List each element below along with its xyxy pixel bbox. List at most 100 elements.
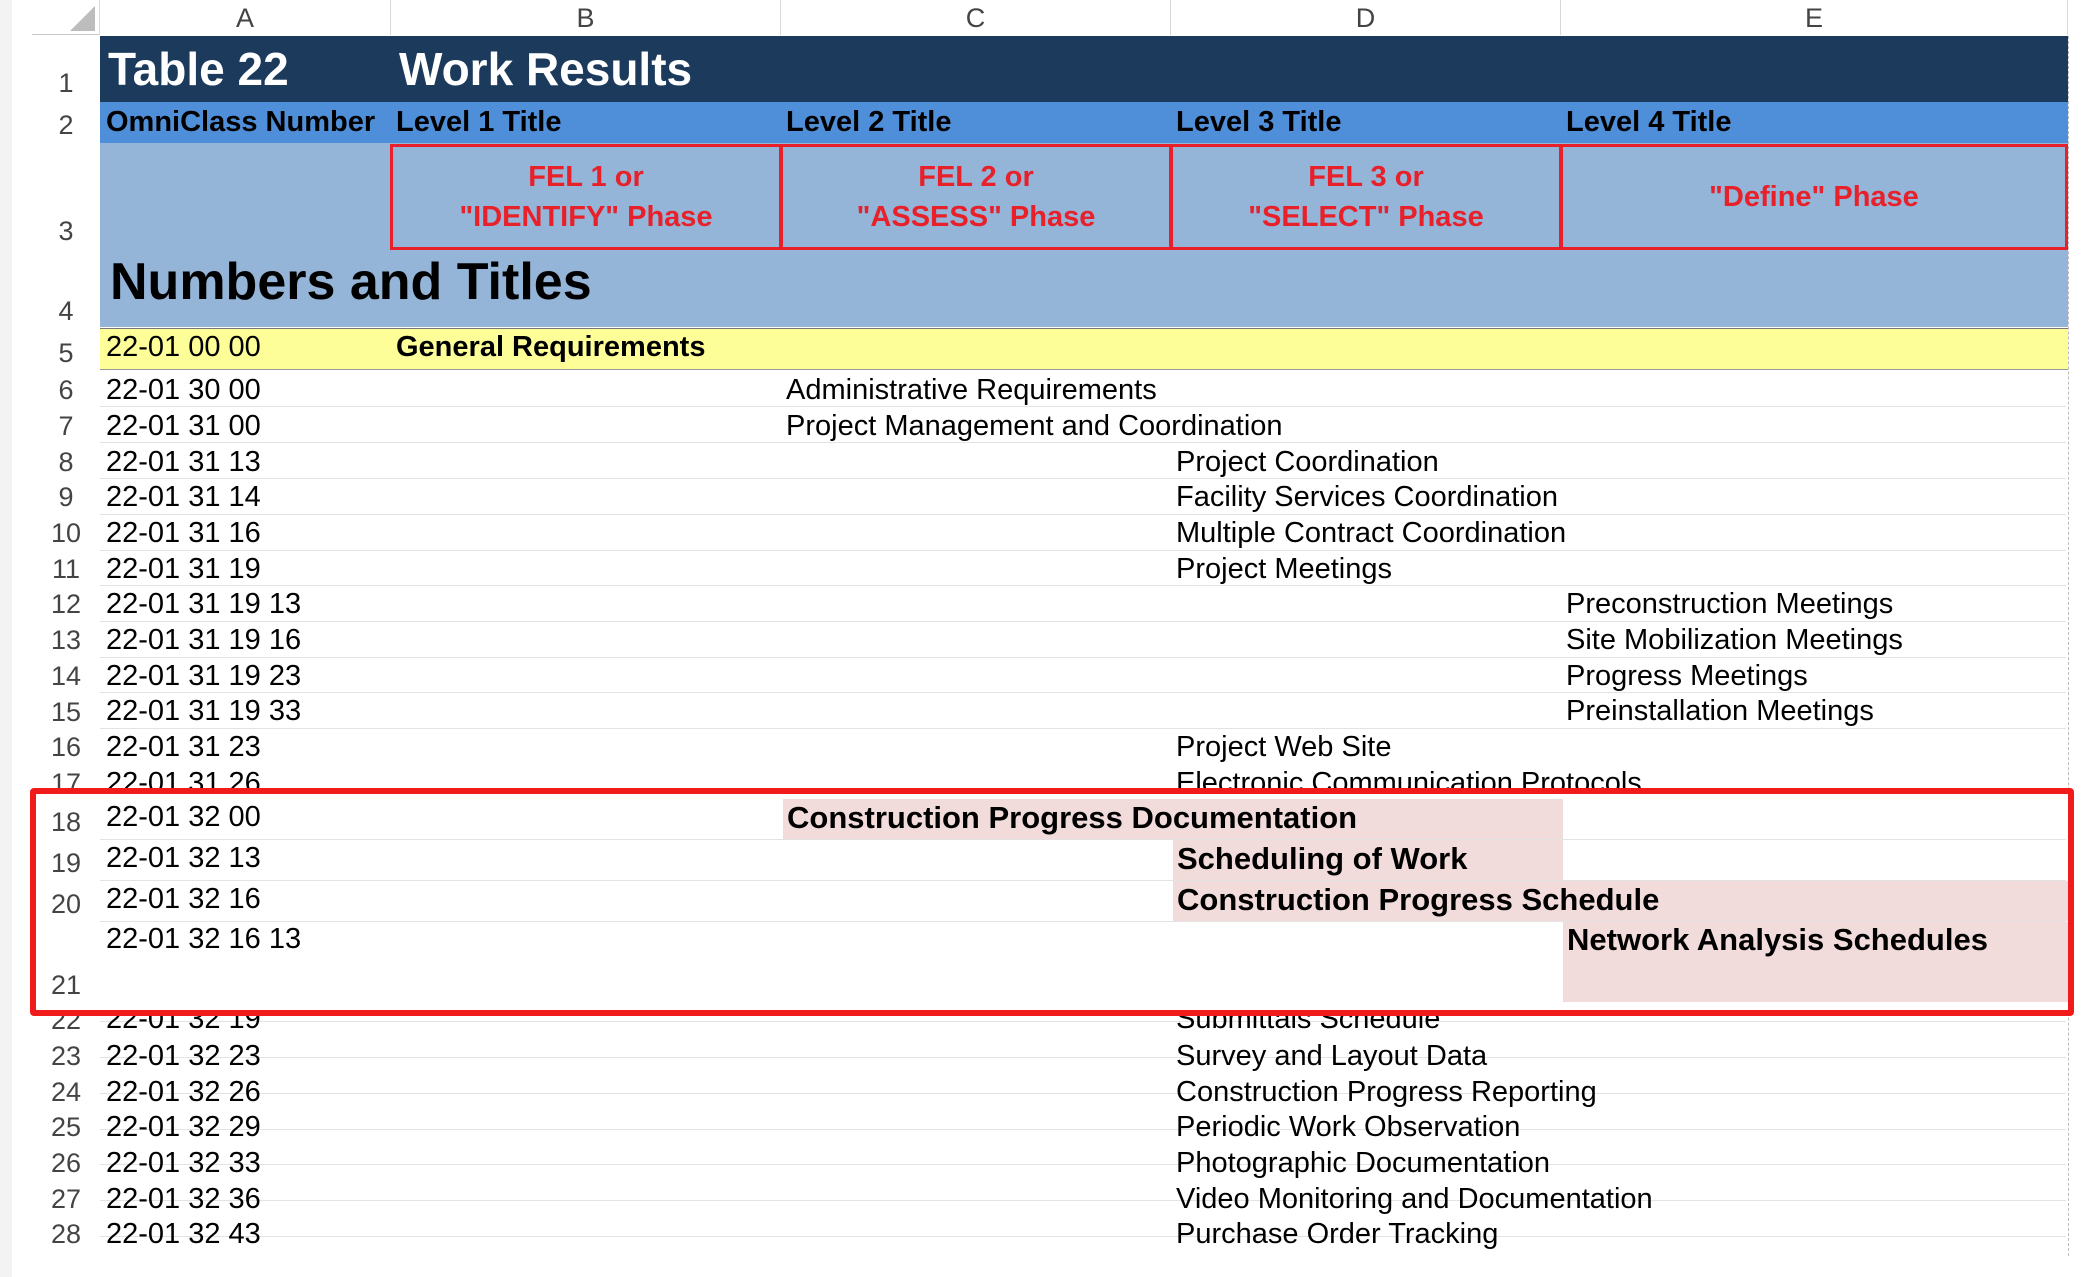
right-edge-line — [2068, 36, 2069, 1256]
table-number[interactable]: Table 22 — [108, 42, 289, 96]
row-header[interactable]: 13 — [32, 625, 100, 656]
row-header[interactable]: 6 — [32, 375, 100, 406]
row-24-title[interactable]: Construction Progress Reporting — [1176, 1076, 1597, 1109]
gridline — [100, 1164, 2066, 1165]
phase-fel1-line2: "IDENTIFY" Phase — [459, 201, 713, 233]
phase-fel2[interactable]: FEL 2 or "ASSESS" Phase — [780, 144, 1172, 250]
gridline — [100, 550, 2066, 551]
gridline — [100, 1093, 2066, 1094]
row-23-title[interactable]: Survey and Layout Data — [1176, 1040, 1487, 1073]
gridline — [100, 1021, 2066, 1022]
phase-fel3-line2: "SELECT" Phase — [1248, 201, 1484, 233]
row-10-title[interactable]: Multiple Contract Coordination — [1176, 517, 1566, 550]
row-5-number[interactable]: 22-01 00 00 — [106, 331, 261, 364]
table-name[interactable]: Work Results — [399, 42, 692, 96]
phase-fel2-line2: "ASSESS" Phase — [856, 201, 1096, 233]
row-header[interactable]: 16 — [32, 732, 100, 763]
header-level-3[interactable]: Level 3 Title — [1176, 106, 1342, 139]
row-header[interactable]: 2 — [32, 110, 100, 141]
row-header[interactable]: 12 — [32, 589, 100, 620]
row-header[interactable]: 5 — [32, 338, 100, 369]
column-header-d[interactable]: D — [1171, 0, 1561, 35]
column-header-c[interactable]: C — [781, 0, 1171, 35]
row-7-title[interactable]: Project Management and Coordination — [786, 410, 1283, 443]
row-header[interactable]: 23 — [32, 1041, 100, 1072]
gridline — [100, 657, 2066, 658]
row-header[interactable]: 11 — [32, 554, 100, 585]
row-7-number[interactable]: 22-01 31 00 — [106, 410, 261, 443]
row-11-number[interactable]: 22-01 31 19 — [106, 553, 261, 586]
phase-fel1-line1: FEL 1 or — [528, 161, 644, 193]
row-13-number[interactable]: 22-01 31 19 16 — [106, 624, 301, 657]
phase-fel3-line1: FEL 3 or — [1308, 161, 1424, 193]
row-14-title[interactable]: Progress Meetings — [1566, 660, 1808, 693]
row-16-title[interactable]: Project Web Site — [1176, 731, 1391, 764]
section-title[interactable]: Numbers and Titles — [110, 252, 592, 312]
phase-fel1[interactable]: FEL 1 or "IDENTIFY" Phase — [390, 144, 782, 250]
title-bar — [100, 36, 2068, 102]
row-28-title[interactable]: Purchase Order Tracking — [1176, 1218, 1498, 1251]
row-8-title[interactable]: Project Coordination — [1176, 446, 1439, 479]
row-9-number[interactable]: 22-01 31 14 — [106, 481, 261, 514]
row-13-title[interactable]: Site Mobilization Meetings — [1566, 624, 1903, 657]
spreadsheet: A B C D E Table 22 Work Results OmniClas… — [0, 0, 2086, 1277]
column-header-b[interactable]: B — [391, 0, 781, 35]
row-15-number[interactable]: 22-01 31 19 33 — [106, 695, 301, 728]
column-header-a[interactable]: A — [100, 0, 391, 35]
gridline — [100, 1057, 2066, 1058]
row-header[interactable]: 7 — [32, 411, 100, 442]
row-header[interactable]: 24 — [32, 1077, 100, 1108]
gridline — [100, 478, 2066, 479]
gridline — [100, 1236, 2066, 1237]
callout-border — [30, 788, 2074, 1016]
row-header[interactable]: 4 — [32, 296, 100, 327]
row-header[interactable]: 9 — [32, 482, 100, 513]
row-6-number[interactable]: 22-01 30 00 — [106, 374, 261, 407]
row-25-number[interactable]: 22-01 32 29 — [106, 1111, 261, 1144]
row-5-title[interactable]: General Requirements — [396, 331, 705, 364]
row-header[interactable]: 26 — [32, 1148, 100, 1179]
row-26-number[interactable]: 22-01 32 33 — [106, 1147, 261, 1180]
row-27-title[interactable]: Video Monitoring and Documentation — [1176, 1183, 1653, 1216]
row-11-title[interactable]: Project Meetings — [1176, 553, 1392, 586]
column-header-e[interactable]: E — [1561, 0, 2068, 35]
row-9-title[interactable]: Facility Services Coordination — [1176, 481, 1558, 514]
phase-define-line2: "Define" Phase — [1709, 181, 1919, 213]
header-level-4[interactable]: Level 4 Title — [1566, 106, 1732, 139]
gridline — [100, 585, 2066, 586]
row-header[interactable]: 10 — [32, 518, 100, 549]
row-24-number[interactable]: 22-01 32 26 — [106, 1076, 261, 1109]
gridline — [100, 514, 2066, 515]
gridline — [100, 1129, 2066, 1130]
row-header[interactable]: 15 — [32, 697, 100, 728]
row-8-number[interactable]: 22-01 31 13 — [106, 446, 261, 479]
row-header[interactable]: 1 — [32, 68, 100, 99]
row-26-title[interactable]: Photographic Documentation — [1176, 1147, 1550, 1180]
row-header[interactable]: 25 — [32, 1112, 100, 1143]
phase-define[interactable]: "Define" Phase — [1560, 144, 2068, 250]
phase-fel3[interactable]: FEL 3 or "SELECT" Phase — [1170, 144, 1562, 250]
row-12-number[interactable]: 22-01 31 19 13 — [106, 588, 301, 621]
row-28-number[interactable]: 22-01 32 43 — [106, 1218, 261, 1251]
header-level-1[interactable]: Level 1 Title — [396, 106, 562, 139]
row-header[interactable]: 28 — [32, 1219, 100, 1250]
row-header[interactable]: 14 — [32, 661, 100, 692]
row-14-number[interactable]: 22-01 31 19 23 — [106, 660, 301, 693]
row-6-title[interactable]: Administrative Requirements — [786, 374, 1157, 407]
row-10-number[interactable]: 22-01 31 16 — [106, 517, 261, 550]
row-25-title[interactable]: Periodic Work Observation — [1176, 1111, 1520, 1144]
row-header[interactable]: 3 — [32, 216, 100, 247]
row-16-number[interactable]: 22-01 31 23 — [106, 731, 261, 764]
row-header[interactable]: 27 — [32, 1184, 100, 1215]
select-all-corner[interactable] — [32, 0, 100, 35]
gridline — [100, 1200, 2066, 1201]
gridline — [100, 728, 2066, 729]
row-header[interactable]: 8 — [32, 447, 100, 478]
header-omniclass-number[interactable]: OmniClass Number — [106, 106, 375, 139]
row-12-title[interactable]: Preconstruction Meetings — [1566, 588, 1893, 621]
select-all-triangle-icon — [70, 6, 95, 31]
row-27-number[interactable]: 22-01 32 36 — [106, 1183, 261, 1216]
row-15-title[interactable]: Preinstallation Meetings — [1566, 695, 1874, 728]
row-23-number[interactable]: 22-01 32 23 — [106, 1040, 261, 1073]
header-level-2[interactable]: Level 2 Title — [786, 106, 952, 139]
